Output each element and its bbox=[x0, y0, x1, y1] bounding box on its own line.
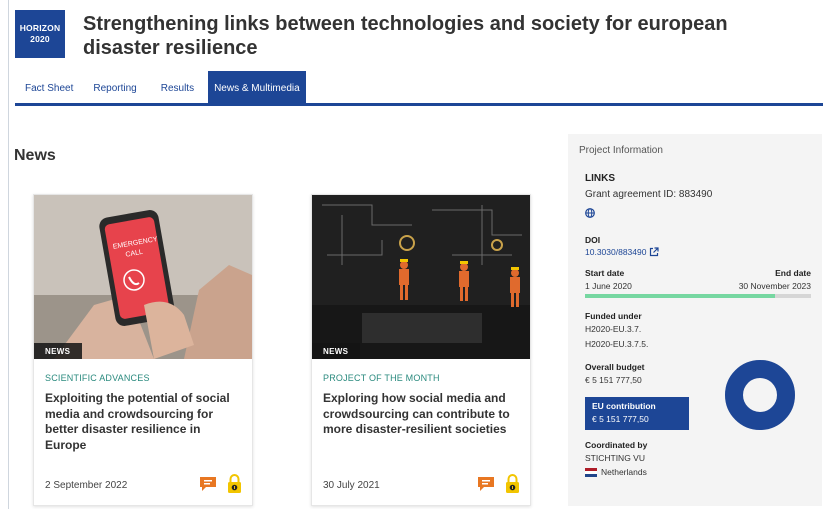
coordinator-name: STICHTING VU bbox=[585, 453, 645, 463]
card-icons bbox=[198, 474, 242, 494]
lock-icon[interactable] bbox=[505, 474, 520, 494]
doi-value[interactable]: 10.3030/883490 bbox=[585, 247, 646, 257]
project-progress-bar bbox=[585, 294, 811, 298]
tab-reporting[interactable]: Reporting bbox=[83, 71, 146, 103]
eu-contribution-label: EU contribution bbox=[592, 401, 656, 411]
logo-line-2: 2020 bbox=[30, 34, 50, 44]
tab-fact-sheet[interactable]: Fact Sheet bbox=[15, 71, 83, 103]
news-date: 30 July 2021 bbox=[323, 480, 380, 491]
links-label: LINKS bbox=[585, 173, 615, 184]
news-date: 2 September 2022 bbox=[45, 480, 128, 491]
doi-link[interactable]: 10.3030/883490 bbox=[585, 247, 660, 257]
netherlands-flag-icon bbox=[585, 467, 597, 477]
tab-underline bbox=[15, 103, 823, 106]
eu-contribution-box: EU contribution € 5 151 777,50 bbox=[585, 397, 689, 430]
funded-under-item: H2020-EU.3.7. bbox=[585, 324, 642, 334]
globe-icon[interactable] bbox=[585, 208, 595, 218]
overall-budget-label: Overall budget bbox=[585, 362, 645, 372]
news-category: PROJECT OF THE MONTH bbox=[323, 373, 440, 383]
eu-share-slice bbox=[725, 360, 795, 430]
funded-under-item: H2020-EU.3.7.5. bbox=[585, 339, 649, 349]
news-badge: NEWS bbox=[312, 343, 361, 359]
tab-bar: Fact Sheet Reporting Results News & Mult… bbox=[15, 71, 306, 103]
end-date: 30 November 2023 bbox=[738, 281, 811, 291]
logo-line-1: HORIZON bbox=[19, 23, 61, 33]
tab-news-multimedia[interactable]: News & Multimedia bbox=[208, 71, 306, 103]
news-card[interactable]: EMERGENCY CALL NEWS SCIENTIFIC ADVANCES … bbox=[33, 194, 253, 506]
country-name: Netherlands bbox=[601, 467, 647, 477]
coordinator-country: Netherlands bbox=[585, 467, 647, 477]
project-info-heading: Project Information bbox=[579, 145, 663, 156]
news-title[interactable]: Exploiting the potential of social media… bbox=[45, 391, 245, 453]
end-date-label: End date bbox=[775, 268, 811, 278]
page-title: Strengthening links between technologies… bbox=[83, 13, 728, 59]
news-heading: News bbox=[14, 147, 56, 164]
card-icons bbox=[476, 474, 520, 494]
website-link[interactable] bbox=[585, 205, 595, 223]
coordinated-by-label: Coordinated by bbox=[585, 440, 648, 450]
smartphone-emergency-illustration: EMERGENCY CALL bbox=[34, 195, 252, 359]
tab-results[interactable]: Results bbox=[147, 71, 208, 103]
start-date: 1 June 2020 bbox=[585, 281, 632, 291]
funded-under-label: Funded under bbox=[585, 311, 642, 321]
comment-icon[interactable] bbox=[476, 476, 496, 492]
overall-budget: € 5 151 777,50 bbox=[585, 375, 642, 385]
circuit-board-workers-illustration bbox=[312, 195, 530, 359]
lock-icon[interactable] bbox=[227, 474, 242, 494]
doi-label: DOI bbox=[585, 235, 601, 245]
news-card[interactable]: NEWS PROJECT OF THE MONTH Exploring how … bbox=[311, 194, 531, 506]
budget-donut-svg bbox=[725, 360, 795, 430]
horizon-2020-logo[interactable]: HORIZON 2020 bbox=[15, 10, 65, 58]
start-date-label: Start date bbox=[585, 268, 625, 278]
news-category: SCIENTIFIC ADVANCES bbox=[45, 373, 150, 383]
grant-agreement-id: Grant agreement ID: 883490 bbox=[585, 189, 713, 200]
eu-contribution-value: € 5 151 777,50 bbox=[592, 414, 649, 424]
external-link-icon[interactable] bbox=[649, 247, 660, 257]
news-card-image[interactable]: NEWS bbox=[312, 195, 530, 359]
project-information-panel: Project Information LINKS Grant agreemen… bbox=[568, 134, 822, 506]
budget-donut-chart bbox=[724, 359, 796, 436]
news-title[interactable]: Exploring how social media and crowdsour… bbox=[323, 391, 523, 438]
news-card-image[interactable]: EMERGENCY CALL NEWS bbox=[34, 195, 252, 359]
news-badge: NEWS bbox=[34, 343, 83, 359]
comment-icon[interactable] bbox=[198, 476, 218, 492]
project-progress-fill bbox=[585, 294, 775, 298]
